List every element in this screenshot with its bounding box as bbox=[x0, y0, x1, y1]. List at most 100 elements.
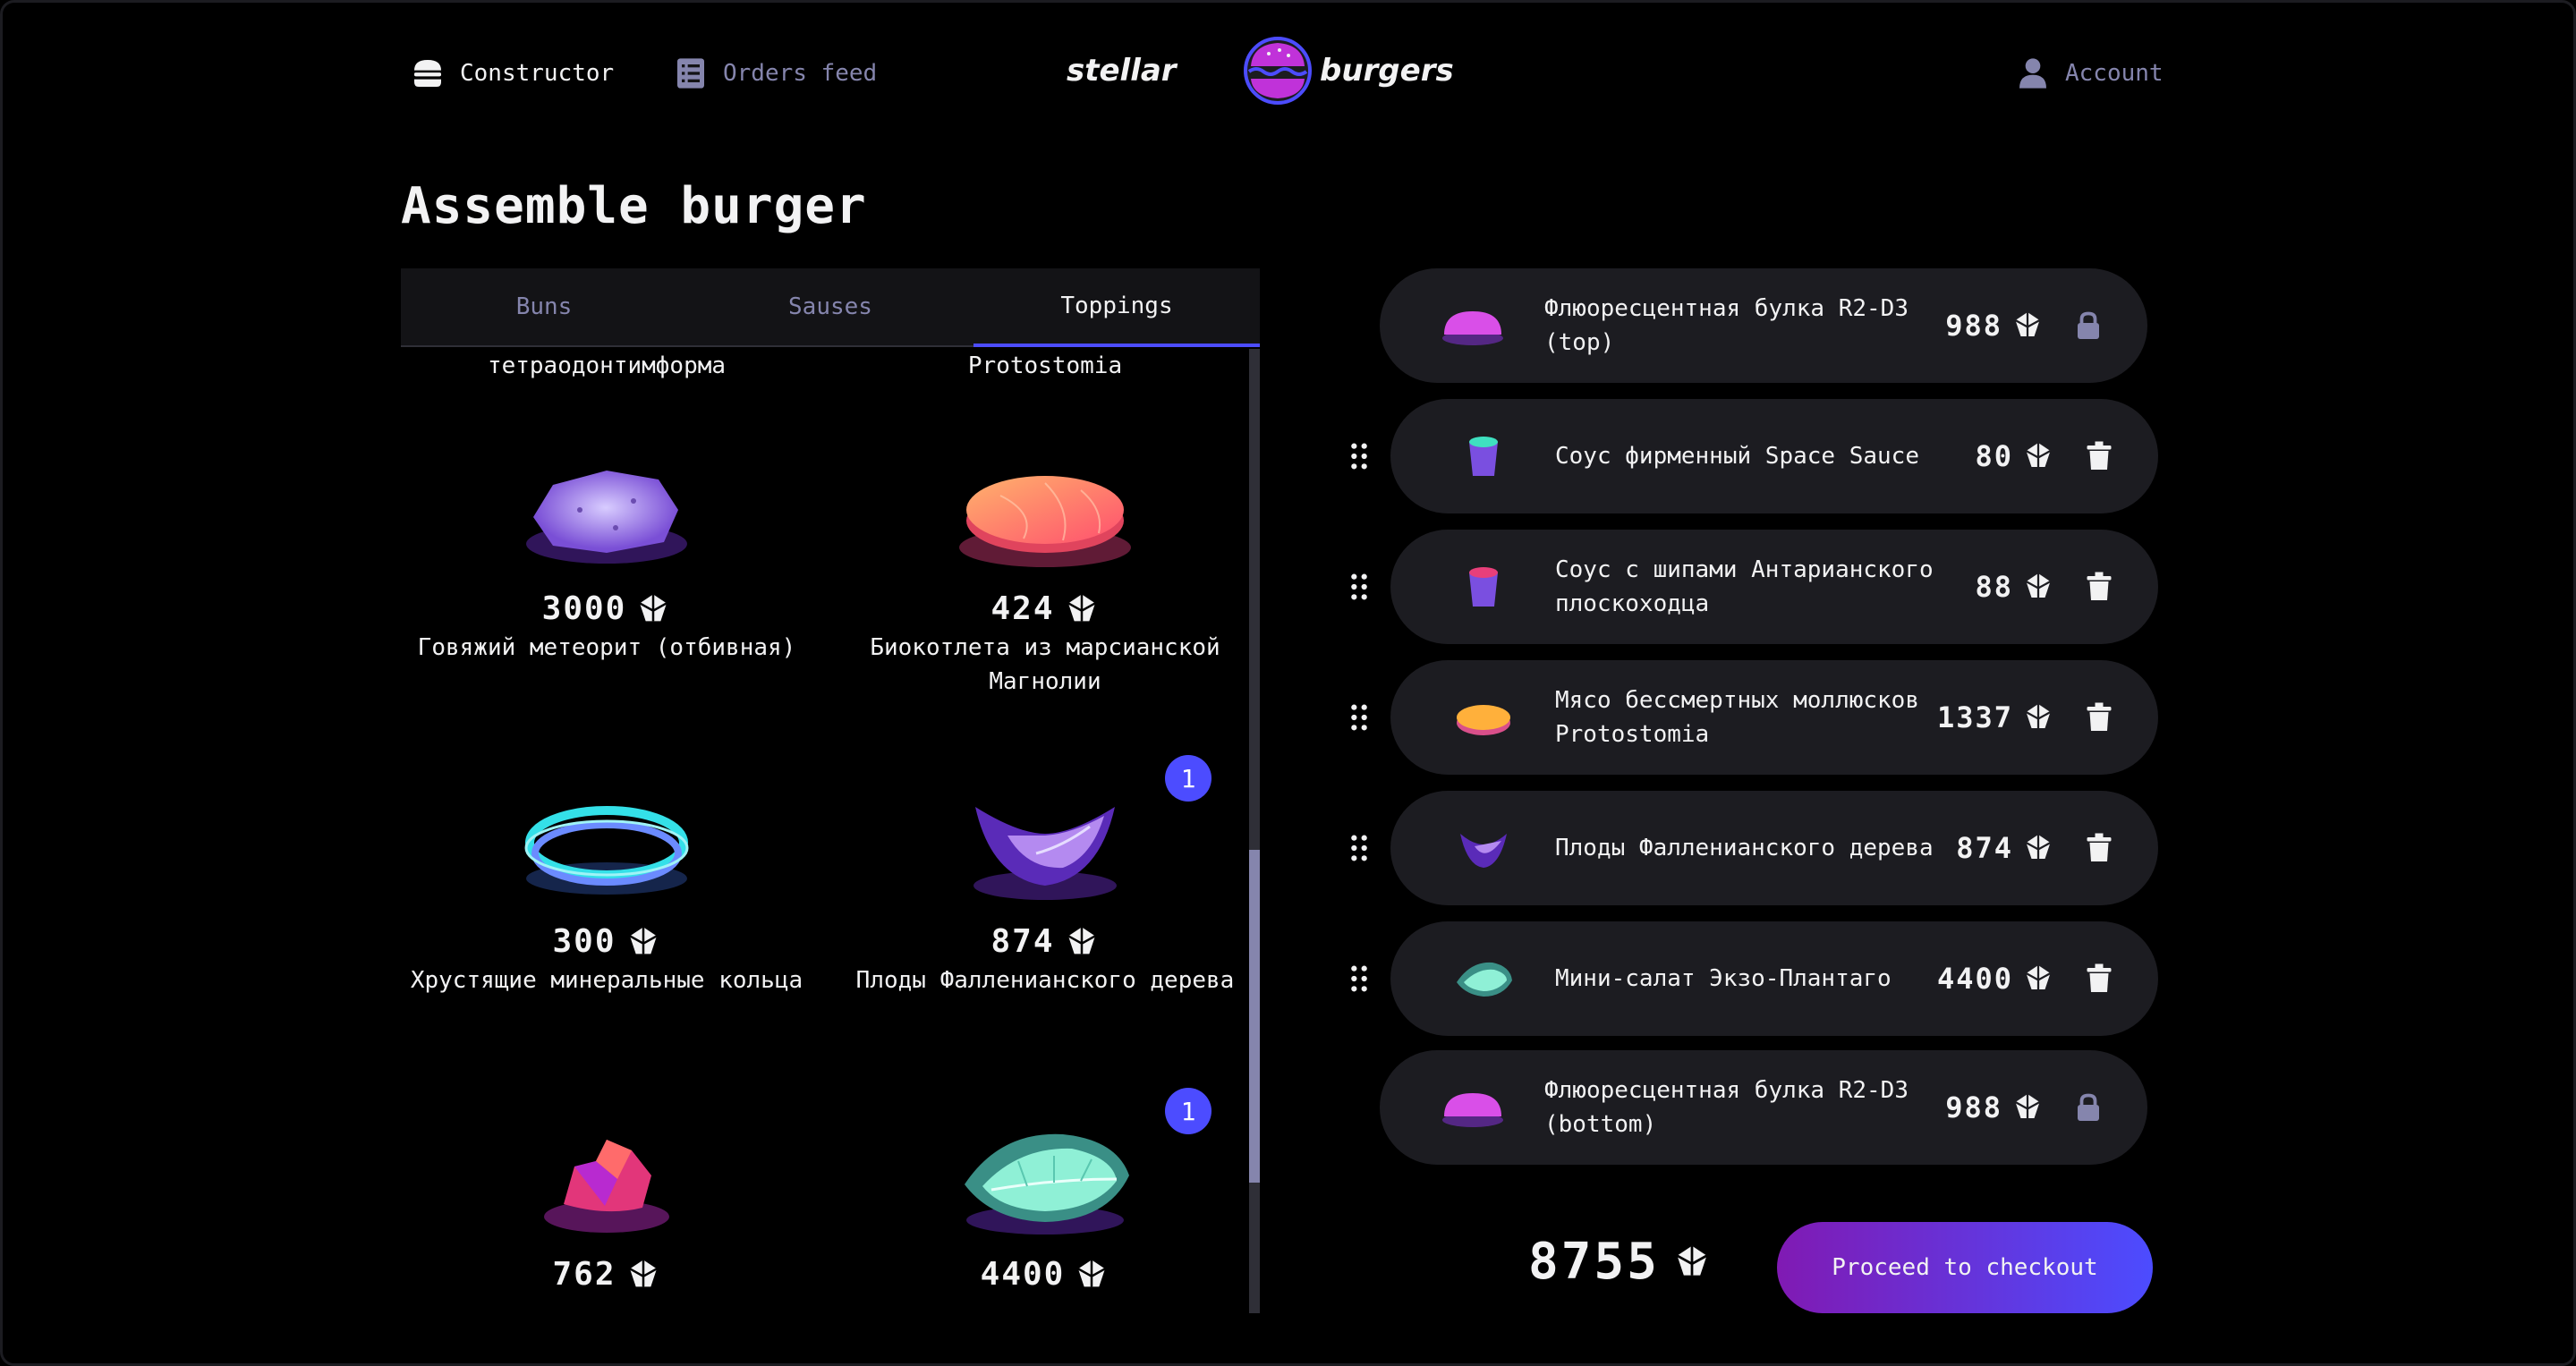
constructor-item-name: Флюоресцентная булка R2-D3 (top) bbox=[1544, 295, 1909, 356]
currency-icon bbox=[1067, 926, 1096, 954]
lock-icon bbox=[2078, 1093, 2099, 1121]
ingredient-card[interactable]: 424 Биокотлета из марсианской Магнолии bbox=[839, 438, 1251, 699]
constructor-item-price: 874 bbox=[1956, 831, 2013, 865]
ingredient-price: 424 bbox=[990, 590, 1055, 627]
window-frame bbox=[0, 0, 2576, 1366]
tab-toppings[interactable]: Toppings bbox=[973, 268, 1260, 347]
currency-icon bbox=[639, 593, 667, 621]
currency-icon bbox=[1077, 1259, 1106, 1286]
nav-orders-feed[interactable]: Orders feed bbox=[673, 55, 877, 91]
nav-account-label: Account bbox=[2065, 60, 2164, 87]
ingredient-name: Биокотлета из марсианской Магнолии bbox=[870, 634, 1220, 695]
constructor-filling[interactable]: Соус фирменный Space Sauce 80 bbox=[1344, 399, 2158, 513]
currency-icon bbox=[2025, 443, 2052, 467]
logo[interactable]: stellar burgers bbox=[1065, 34, 1494, 107]
fallenian-fruit-icon bbox=[938, 771, 1152, 914]
order-total: 8755 bbox=[1528, 1233, 1712, 1291]
constructor-item-name: Мини-салат Экзо-Плантаго bbox=[1555, 965, 1892, 992]
constructor-item-price: 988 bbox=[1945, 309, 2002, 343]
currency-icon bbox=[2025, 573, 2052, 598]
scrollbar-thumb[interactable] bbox=[1249, 850, 1260, 1183]
trash-icon[interactable] bbox=[2083, 832, 2115, 864]
currency-icon bbox=[2025, 965, 2052, 989]
trash-icon[interactable] bbox=[2083, 440, 2115, 472]
drag-handle-icon[interactable] bbox=[1344, 702, 1374, 733]
drag-handle-icon[interactable] bbox=[1344, 572, 1374, 602]
logo-right-text: burgers bbox=[1320, 53, 1454, 89]
ingredient-price: 300 bbox=[552, 923, 616, 960]
tab-buns[interactable]: Buns bbox=[401, 268, 687, 347]
currency-icon bbox=[2025, 704, 2052, 728]
user-icon bbox=[2019, 58, 2046, 89]
ingredient-name: Говяжий метеорит (отбивная) bbox=[417, 634, 796, 661]
currency-icon bbox=[1067, 593, 1096, 621]
ingredient-price: 762 bbox=[552, 1256, 616, 1293]
ingredient-name: Плоды Фалленианского дерева bbox=[855, 967, 1235, 994]
bun-thumbnail bbox=[1442, 1093, 1503, 1127]
nav-constructor[interactable]: Constructor bbox=[410, 55, 614, 91]
constructor-item-name: Соус фирменный Space Sauce bbox=[1555, 443, 1919, 470]
constructor-filling[interactable]: Соус с шипами Антарианского плоскоходца … bbox=[1344, 530, 2158, 644]
drag-handle-icon[interactable] bbox=[1344, 833, 1374, 863]
count-badge: 1 bbox=[1165, 1088, 1211, 1134]
ingredient-name-partial: Protostomia bbox=[967, 352, 1123, 379]
currency-icon bbox=[2014, 1094, 2041, 1118]
currency-icon bbox=[2014, 312, 2041, 336]
currency-icon bbox=[628, 926, 658, 954]
constructor-item-price: 88 bbox=[1975, 570, 2013, 604]
leaf-salad-icon bbox=[938, 1104, 1152, 1247]
constructor-filling[interactable]: Мини-салат Экзо-Плантаго 4400 bbox=[1344, 921, 2158, 1036]
ingredient-list[interactable]: тетраодонтимформа Protostomia 3000 Говяж… bbox=[401, 349, 1260, 1313]
ingredient-tabs: Buns Sauses Toppings bbox=[401, 268, 1260, 347]
crystal-icon bbox=[499, 1104, 714, 1247]
list-icon bbox=[677, 58, 704, 89]
meat-thumbnail bbox=[1457, 705, 1510, 735]
trash-icon[interactable] bbox=[2083, 963, 2115, 995]
trash-icon[interactable] bbox=[2083, 701, 2115, 734]
fruit-thumbnail bbox=[1460, 834, 1507, 868]
tab-sauces[interactable]: Sauses bbox=[687, 268, 973, 347]
count-badge: 1 bbox=[1165, 755, 1211, 802]
lock-icon bbox=[2078, 311, 2099, 339]
ingredient-card[interactable]: 300 Хрустящие минеральные кольца bbox=[401, 771, 812, 997]
currency-icon bbox=[628, 1259, 658, 1286]
currency-icon bbox=[2025, 835, 2052, 859]
constructor-item-name: Флюоресцентная булка R2-D3 (bottom) bbox=[1544, 1077, 1909, 1138]
constructor-item-price: 1337 bbox=[1936, 700, 2013, 734]
constructor-item-price: 4400 bbox=[1936, 962, 2013, 996]
bun-thumbnail bbox=[1442, 311, 1503, 345]
logo-burger-icon bbox=[1244, 37, 1312, 105]
ingredient-card[interactable]: 874 Плоды Фалленианского дерева bbox=[839, 771, 1251, 997]
ingredient-card[interactable]: 3000 Говяжий метеорит (отбивная) bbox=[401, 438, 812, 665]
meteorite-icon bbox=[499, 438, 714, 581]
logo-left-text: stellar bbox=[1067, 53, 1178, 89]
sauce-thumbnail bbox=[1469, 437, 1498, 476]
ingredient-price: 874 bbox=[990, 923, 1055, 960]
ingredient-price: 4400 bbox=[980, 1256, 1066, 1293]
constructor-top-bun: Флюоресцентная булка R2-D3 (top) 988 bbox=[1380, 268, 2147, 383]
ingredient-card[interactable]: 762 bbox=[401, 1104, 812, 1296]
checkout-button[interactable]: Proceed to checkout bbox=[1777, 1222, 2153, 1313]
ingredient-name-partial: тетраодонтимформа bbox=[487, 352, 727, 379]
biocutlet-icon bbox=[938, 438, 1152, 581]
constructor-item-name: Мясо бессмертных моллюсков Protostomia bbox=[1555, 687, 1919, 748]
page-title: Assemble burger bbox=[401, 177, 867, 235]
constructor-filling[interactable]: Плоды Фалленианского дерева 874 bbox=[1344, 791, 2158, 905]
order-total-value: 8755 bbox=[1528, 1233, 1660, 1291]
nav-account[interactable]: Account bbox=[2015, 55, 2164, 91]
constructor-item-price: 988 bbox=[1945, 1090, 2002, 1124]
constructor-bottom-bun: Флюоресцентная булка R2-D3 (bottom) 988 bbox=[1380, 1050, 2147, 1165]
nav-orders-label: Orders feed bbox=[723, 60, 878, 87]
constructor-filling[interactable]: Мясо бессмертных моллюсков Protostomia 1… bbox=[1344, 660, 2158, 775]
constructor-item-name: Плоды Фалленианского дерева bbox=[1555, 835, 1934, 861]
constructor-item-name: Соус с шипами Антарианского плоскоходца bbox=[1555, 556, 1934, 617]
drag-handle-icon[interactable] bbox=[1344, 963, 1374, 994]
drag-handle-icon[interactable] bbox=[1344, 441, 1374, 471]
ingredient-list-scrollbar[interactable] bbox=[1249, 349, 1260, 1313]
ingredient-name: Хрустящие минеральные кольца bbox=[410, 967, 803, 994]
burger-icon bbox=[414, 60, 441, 87]
trash-icon[interactable] bbox=[2083, 571, 2115, 603]
salad-thumbnail bbox=[1457, 962, 1512, 997]
constructor-item-price: 80 bbox=[1975, 439, 2013, 473]
nav-constructor-label: Constructor bbox=[460, 60, 615, 87]
